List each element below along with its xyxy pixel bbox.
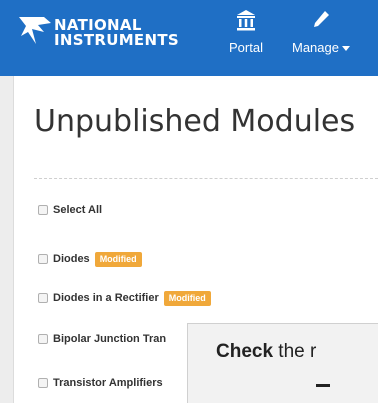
- top-navbar: NATIONAL INSTRUMENTS Portal Manage: [0, 0, 378, 76]
- modified-badge: Modified: [163, 290, 211, 306]
- brand-line-2: INSTRUMENTS: [54, 31, 179, 49]
- checkbox-icon[interactable]: [38, 293, 48, 303]
- nav-manage-label: Manage: [292, 40, 339, 55]
- nav-portal-label: Portal: [229, 40, 263, 55]
- instruction-rest: the r: [273, 341, 317, 362]
- pencil-icon: [282, 8, 360, 34]
- page-title: Unpublished Modules: [34, 104, 356, 139]
- module-item-diodes-in-a-rectifier[interactable]: Diodes in a Rectifier Modified: [38, 290, 211, 306]
- module-name: Diodes: [53, 253, 90, 265]
- divider: [34, 178, 378, 179]
- module-name: Bipolar Junction Tran: [53, 333, 167, 345]
- nav-portal[interactable]: Portal: [218, 8, 274, 55]
- ni-eagle-icon: [19, 17, 51, 44]
- checkbox-icon[interactable]: [38, 378, 48, 388]
- module-name: Transistor Amplifiers: [53, 377, 163, 389]
- checkbox-icon[interactable]: [38, 334, 48, 344]
- instruction-bold: Check: [216, 341, 274, 362]
- modified-badge: Modified: [94, 251, 142, 267]
- bank-icon: [218, 8, 274, 34]
- select-all-label: Select All: [53, 204, 103, 216]
- module-item-bipolar-junction[interactable]: Bipolar Junction Tran: [38, 331, 166, 347]
- sidebar-edge: [0, 76, 14, 403]
- ni-logo[interactable]: NATIONAL INSTRUMENTS: [18, 14, 208, 54]
- brand-text: NATIONAL INSTRUMENTS: [54, 18, 179, 48]
- caret-down-icon: [341, 46, 350, 52]
- instruction-callout: Check the r: [187, 323, 378, 403]
- module-item-transistor-amplifiers[interactable]: Transistor Amplifiers: [38, 375, 163, 391]
- checkbox-icon[interactable]: [38, 254, 48, 264]
- nav-manage-dropdown[interactable]: Manage: [282, 8, 360, 55]
- checkbox-icon[interactable]: [38, 205, 48, 215]
- select-all-checkbox[interactable]: Select All: [38, 202, 102, 218]
- instruction-text: Check the r: [216, 341, 316, 363]
- module-name: Diodes in a Rectifier: [53, 292, 159, 304]
- clipped-text-fragment: [316, 384, 330, 387]
- module-item-diodes[interactable]: Diodes Modified: [38, 251, 142, 267]
